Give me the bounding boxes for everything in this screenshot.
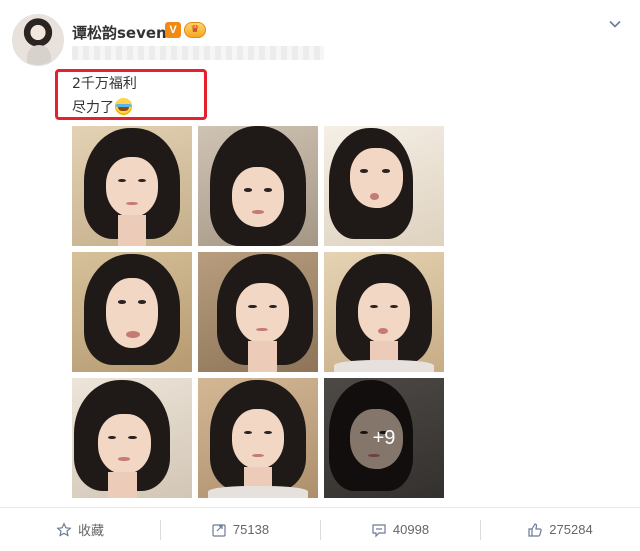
favorite-label: 收藏 bbox=[77, 523, 104, 538]
photo-2[interactable] bbox=[198, 126, 318, 246]
more-photos-overlay[interactable]: +9 bbox=[324, 378, 444, 498]
post-meta-blurred bbox=[72, 46, 324, 60]
laughing-crying-emoji-icon bbox=[115, 98, 132, 115]
photo-8[interactable] bbox=[198, 378, 318, 498]
chevron-down-icon[interactable] bbox=[608, 16, 622, 30]
star-icon bbox=[56, 521, 72, 538]
like-count: 275284 bbox=[549, 522, 593, 537]
favorite-button[interactable]: 收藏 bbox=[0, 508, 160, 551]
photo-3[interactable] bbox=[324, 126, 444, 246]
post-text-line2: 尽力了 bbox=[72, 97, 132, 117]
photo-grid: +9 bbox=[72, 126, 444, 498]
photo-9[interactable]: +9 bbox=[324, 378, 444, 498]
more-photos-count: +9 bbox=[372, 426, 396, 449]
comment-count: 40998 bbox=[392, 522, 430, 537]
photo-1[interactable] bbox=[72, 126, 192, 246]
user-avatar[interactable] bbox=[12, 14, 64, 66]
vip-crown-icon: ♛ bbox=[184, 22, 206, 38]
repost-button[interactable]: 75138 bbox=[160, 508, 320, 551]
photo-7[interactable] bbox=[72, 378, 192, 498]
action-bar: 收藏 75138 40998 275284 bbox=[0, 508, 640, 551]
post-text-line2-label: 尽力了 bbox=[72, 100, 114, 116]
thumbs-up-icon bbox=[527, 522, 543, 538]
photo-4[interactable] bbox=[72, 252, 192, 372]
verified-badge-icon: V bbox=[165, 22, 181, 38]
comment-button[interactable]: 40998 bbox=[320, 508, 480, 551]
repost-count: 75138 bbox=[232, 522, 270, 537]
share-icon bbox=[211, 522, 227, 538]
username[interactable]: 谭松韵seven bbox=[72, 22, 167, 43]
like-button[interactable]: 275284 bbox=[480, 508, 640, 551]
comment-icon bbox=[371, 522, 387, 538]
photo-6[interactable] bbox=[324, 252, 444, 372]
post-text-line1: 2千万福利 bbox=[72, 76, 137, 92]
photo-5[interactable] bbox=[198, 252, 318, 372]
